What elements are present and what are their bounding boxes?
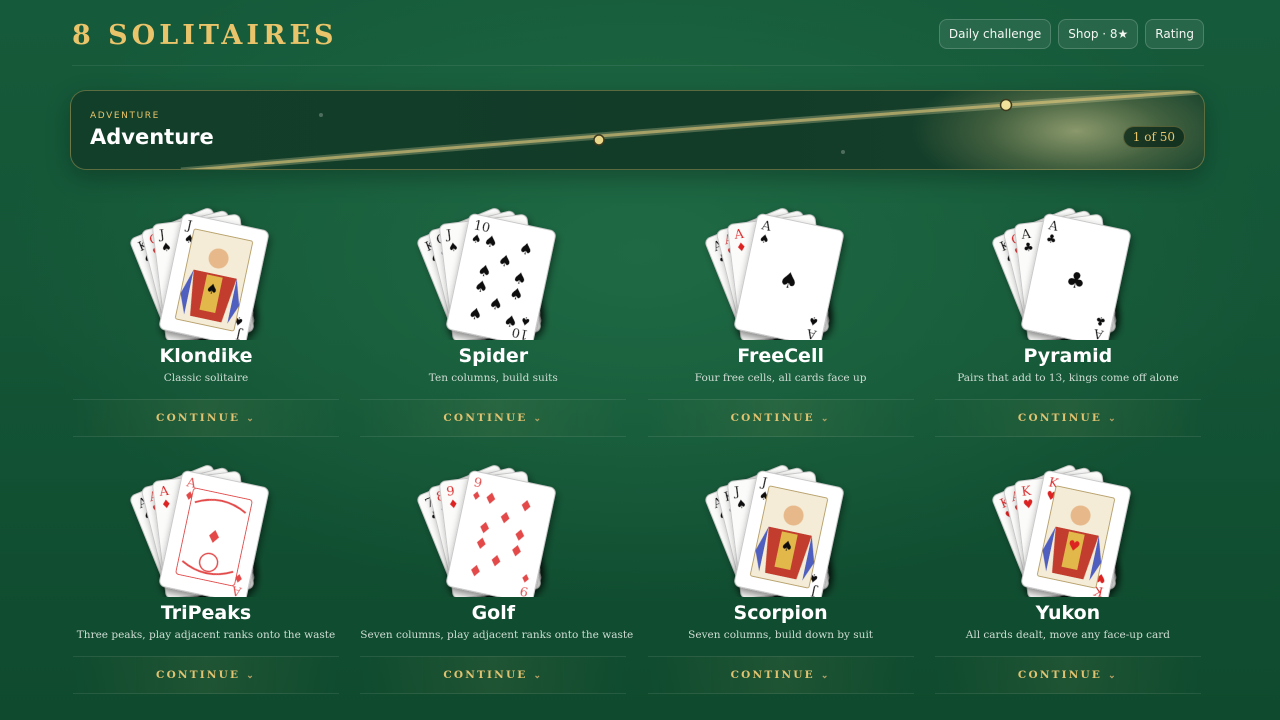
chevron-down-icon: ⌄ bbox=[1108, 414, 1118, 424]
continue-label: CONTINUE bbox=[1017, 412, 1103, 424]
continue-label: CONTINUE bbox=[443, 669, 528, 681]
game-name: Golf bbox=[471, 602, 516, 624]
game-name: Yukon bbox=[1035, 602, 1101, 624]
game-tile-scorpion[interactable]: A ♠ K ♠ J ♠ J ♠ J ♠ ♠ Scorpion Seven col… bbox=[647, 455, 914, 712]
svg-text:♦: ♦ bbox=[447, 497, 459, 512]
game-tile-spider[interactable]: K ♠ Q ♠ J ♠ 10 ♠ 10 ♠ ♠♠♠♠♠♠♠♠♠♠ Spider … bbox=[360, 198, 627, 455]
svg-text:♠: ♠ bbox=[160, 240, 172, 255]
top-bar: 8 SOLITAIRES Daily challenge Shop · 8★ R… bbox=[72, 18, 1204, 66]
game-art-yukon[interactable]: K ♥ A ♥ K ♥ K ♥ K ♥ ♥ bbox=[935, 455, 1201, 605]
game-tile-yukon[interactable]: K ♥ A ♥ K ♥ K ♥ K ♥ ♥ Yukon All cards de… bbox=[934, 455, 1201, 712]
top-nav: Daily challenge Shop · 8★ Rating bbox=[938, 19, 1204, 49]
shop-button[interactable]: Shop · 8★ bbox=[1058, 19, 1139, 49]
game-description: Ten columns, build suits bbox=[428, 372, 558, 384]
game-name: TriPeaks bbox=[160, 602, 252, 624]
continue-button-tripeaks[interactable]: CONTINUE ⌄ bbox=[73, 656, 339, 694]
progress-node-icon bbox=[593, 134, 605, 146]
card-fan-icon: K ♥ A ♥ K ♥ K ♥ K ♥ ♥ bbox=[992, 465, 1131, 605]
game-description: All cards dealt, move any face-up card bbox=[965, 629, 1171, 641]
card-fan-icon: A ♠ K ♠ J ♠ J ♠ J ♠ ♠ bbox=[705, 465, 844, 605]
continue-button-spider[interactable]: CONTINUE ⌄ bbox=[360, 399, 627, 437]
continue-label: CONTINUE bbox=[156, 412, 241, 424]
current-node-icon bbox=[999, 98, 1013, 112]
game-art-scorpion[interactable]: A ♠ K ♠ J ♠ J ♠ J ♠ ♠ bbox=[648, 455, 914, 605]
continue-button-scorpion[interactable]: CONTINUE ⌄ bbox=[647, 656, 914, 694]
game-description: Four free cells, all cards face up bbox=[694, 372, 867, 384]
game-art-tripeaks[interactable]: A ♠ A ♥ A ♦ A ♦ A ♦ ♦ bbox=[73, 455, 339, 605]
game-tile-golf[interactable]: 7 ♣ 8 ♦ 9 ♦ 9 ♦ 9 ♦ ♦♦♦♦♦♦♦♦♦ Golf Seven… bbox=[360, 455, 634, 712]
game-tile-klondike[interactable]: K ♠ Q ♥ J ♠ J ♠ J ♠ ♠ Klondike Classic s… bbox=[73, 198, 339, 455]
card-fan-icon: 7 ♣ 8 ♦ 9 ♦ 9 ♦ 9 ♦ ♦♦♦♦♦♦♦♦♦ bbox=[417, 465, 556, 605]
svg-text:♥: ♥ bbox=[1022, 497, 1034, 512]
game-name: FreeCell bbox=[737, 345, 824, 367]
continue-button-yukon[interactable]: CONTINUE ⌄ bbox=[934, 656, 1201, 694]
chevron-down-icon: ⌄ bbox=[820, 671, 831, 681]
game-tile-tripeaks[interactable]: A ♠ A ♥ A ♦ A ♦ A ♦ ♦ TriPeaks Three pea… bbox=[73, 455, 339, 712]
svg-text:♠: ♠ bbox=[447, 240, 459, 255]
continue-label: CONTINUE bbox=[730, 669, 815, 681]
game-description: Three peaks, play adjacent ranks onto th… bbox=[76, 629, 336, 641]
game-tile-freecell[interactable]: A ♣ A ♥ A ♦ A ♠ A ♠ ♠ FreeCell Four free… bbox=[647, 198, 914, 455]
game-description: Classic solitaire bbox=[163, 372, 249, 384]
game-description: Seven columns, build down by suit bbox=[688, 629, 874, 641]
card-fan-icon: A ♣ A ♥ A ♦ A ♠ A ♠ ♠ bbox=[705, 208, 844, 348]
continue-label: CONTINUE bbox=[156, 669, 241, 681]
continue-button-pyramid[interactable]: CONTINUE ⌄ bbox=[934, 399, 1201, 437]
adventure-path-graphic bbox=[180, 91, 1202, 169]
game-name: Spider bbox=[458, 345, 529, 367]
card-fan-icon: K ♠ Q ♥ J ♠ J ♠ J ♠ ♠ bbox=[130, 208, 269, 348]
chevron-down-icon: ⌄ bbox=[1108, 671, 1118, 681]
chevron-down-icon: ⌄ bbox=[246, 671, 256, 681]
game-art-klondike[interactable]: K ♠ Q ♥ J ♠ J ♠ J ♠ ♠ bbox=[73, 198, 339, 348]
chevron-down-icon: ⌄ bbox=[533, 414, 544, 424]
game-name: Pyramid bbox=[1023, 345, 1113, 367]
continue-button-golf[interactable]: CONTINUE ⌄ bbox=[360, 656, 627, 694]
games-grid: K ♠ Q ♥ J ♠ J ♠ J ♠ ♠ Klondike Classic s… bbox=[73, 198, 1203, 712]
continue-label: CONTINUE bbox=[1017, 669, 1103, 681]
adventure-kicker: ADVENTURE bbox=[90, 111, 160, 121]
app-title: 8 SOLITAIRES bbox=[72, 20, 338, 51]
svg-text:♠: ♠ bbox=[735, 497, 747, 512]
daily-challenge-button[interactable]: Daily challenge bbox=[938, 19, 1052, 49]
adventure-title: Adventure bbox=[90, 125, 214, 149]
adventure-banner[interactable]: ADVENTURE Adventure 1 of 50 bbox=[70, 90, 1205, 170]
continue-label: CONTINUE bbox=[730, 412, 815, 424]
card-fan-icon: K ♠ Q ♠ J ♠ 10 ♠ 10 ♠ ♠♠♠♠♠♠♠♠♠♠ bbox=[417, 208, 556, 348]
chevron-down-icon: ⌄ bbox=[246, 414, 256, 424]
card-fan-icon: A ♠ A ♥ A ♦ A ♦ A ♦ ♦ bbox=[130, 465, 269, 605]
game-art-pyramid[interactable]: K ♠ Q ♥ A ♣ A ♣ A ♣ ♣ bbox=[935, 198, 1201, 348]
game-art-freecell[interactable]: A ♣ A ♥ A ♦ A ♠ A ♠ ♠ bbox=[648, 198, 914, 348]
continue-label: CONTINUE bbox=[443, 412, 528, 424]
game-name: Klondike bbox=[159, 345, 253, 367]
svg-text:♣: ♣ bbox=[1022, 240, 1034, 255]
chevron-down-icon: ⌄ bbox=[820, 414, 831, 424]
svg-text:♦: ♦ bbox=[735, 240, 747, 255]
game-description: Pairs that add to 13, kings come off alo… bbox=[957, 372, 1179, 384]
card-fan-icon: K ♠ Q ♥ A ♣ A ♣ A ♣ ♣ bbox=[992, 208, 1131, 348]
game-description: Seven columns, play adjacent ranks onto … bbox=[360, 629, 634, 641]
game-tile-pyramid[interactable]: K ♠ Q ♥ A ♣ A ♣ A ♣ ♣ Pyramid Pairs that… bbox=[934, 198, 1201, 455]
svg-text:♦: ♦ bbox=[160, 497, 172, 512]
game-name: Scorpion bbox=[733, 602, 828, 624]
continue-button-klondike[interactable]: CONTINUE ⌄ bbox=[73, 399, 339, 437]
game-art-spider[interactable]: K ♠ Q ♠ J ♠ 10 ♠ 10 ♠ ♠♠♠♠♠♠♠♠♠♠ bbox=[360, 198, 626, 348]
adventure-progress-badge: 1 of 50 bbox=[1122, 126, 1185, 148]
game-art-golf[interactable]: 7 ♣ 8 ♦ 9 ♦ 9 ♦ 9 ♦ ♦♦♦♦♦♦♦♦♦ bbox=[360, 455, 626, 605]
chevron-down-icon: ⌄ bbox=[533, 671, 544, 681]
rating-button[interactable]: Rating bbox=[1145, 19, 1204, 49]
continue-button-freecell[interactable]: CONTINUE ⌄ bbox=[647, 399, 914, 437]
